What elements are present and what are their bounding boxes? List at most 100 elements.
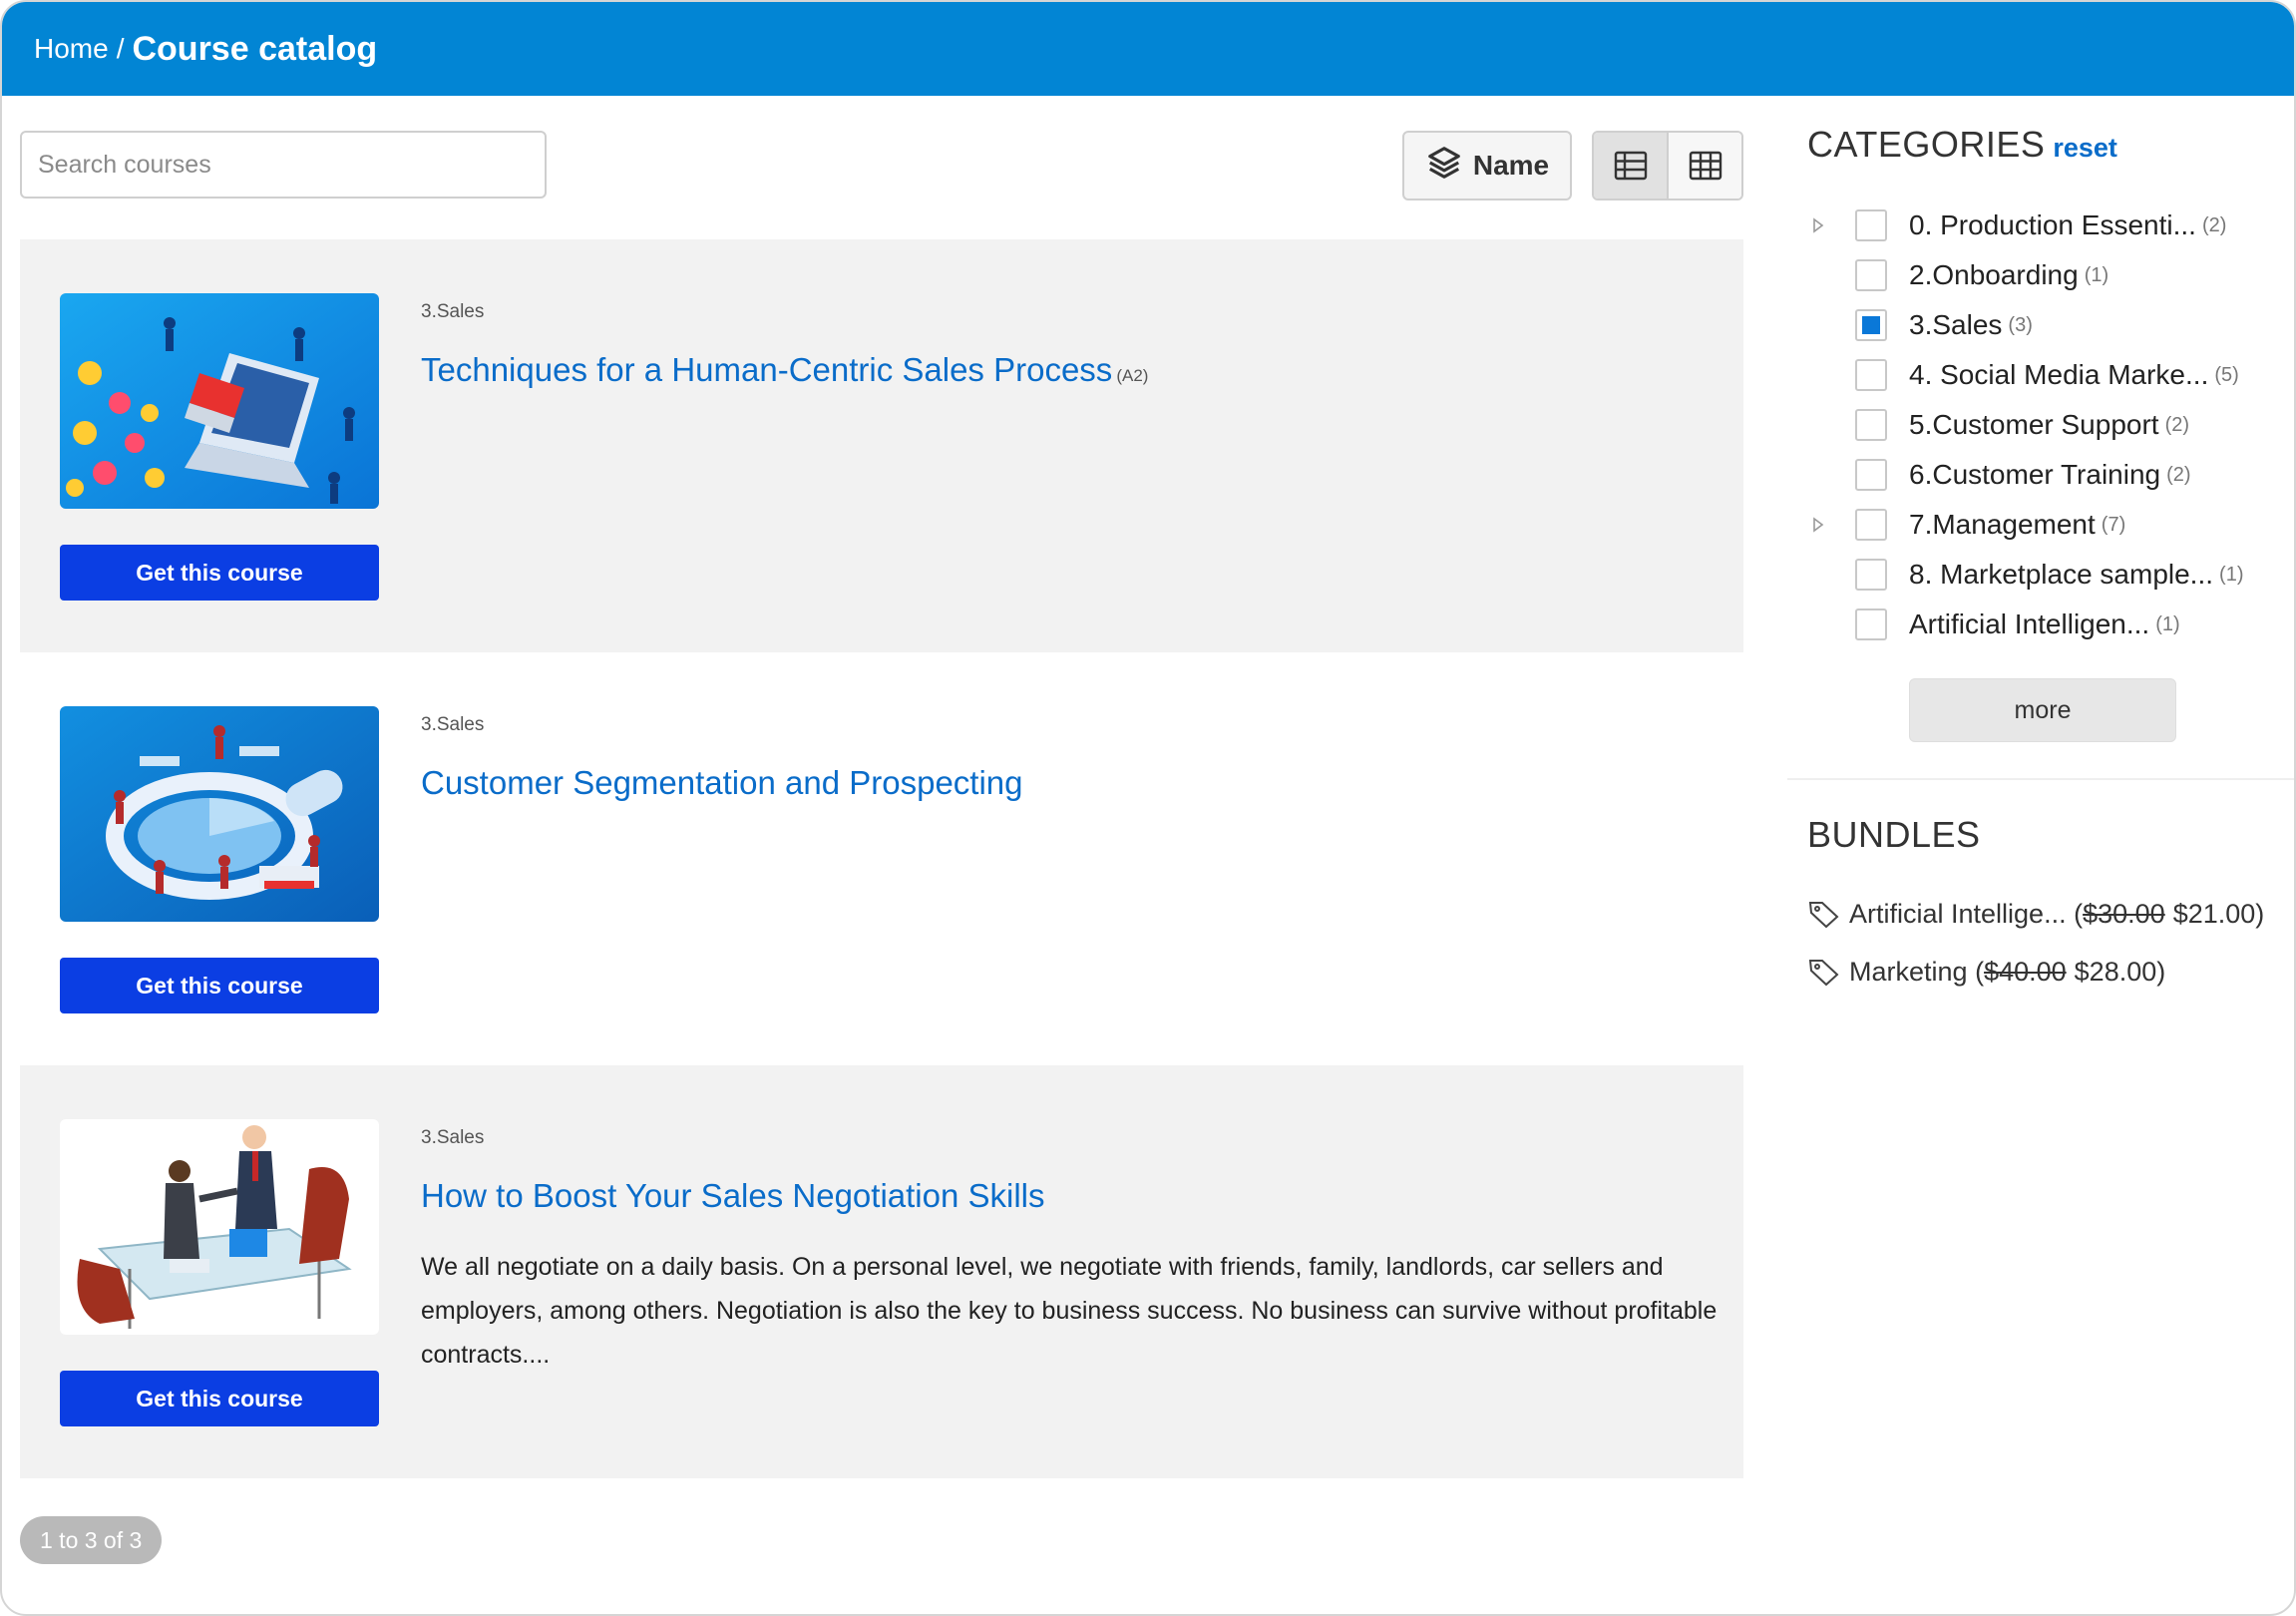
bundle-paren-close: ) (2156, 956, 2166, 987)
course-title-text[interactable]: Customer Segmentation and Prospecting (421, 764, 1023, 801)
bundle-name[interactable]: Marketing (1849, 957, 1968, 988)
course-card: Get this course 3.Sales Techniques for a… (20, 239, 1743, 652)
breadcrumb-home-link[interactable]: Home (34, 33, 109, 65)
category-label[interactable]: 6.Customer Training (1909, 459, 2160, 491)
course-category: 3.Sales (421, 1127, 485, 1148)
bundle-item[interactable]: Marketing ($40.00 $28.00) (1807, 952, 2165, 992)
search-input[interactable] (20, 131, 547, 199)
sidebar-divider (1787, 778, 2294, 780)
category-checkbox[interactable] (1855, 509, 1887, 541)
categories-title: CATEGORIES (1807, 124, 2046, 165)
bundle-name[interactable]: Artificial Intellige... (1849, 899, 2067, 930)
arrow-spacer (1807, 564, 1829, 586)
tag-icon (1807, 957, 1841, 987)
grid-view-button[interactable] (1669, 133, 1741, 199)
course-description: We all negotiate on a daily basis. On a … (421, 1253, 1718, 1369)
bundle-old-price: $30.00 (2083, 898, 2165, 929)
category-item[interactable]: 0. Production Essenti... (2) (1807, 207, 2226, 243)
list-view-icon (1614, 151, 1647, 181)
category-label[interactable]: 3.Sales (1909, 309, 2002, 341)
arrow-spacer (1807, 364, 1829, 386)
category-count: (1) (2219, 563, 2244, 586)
sort-by-name-button[interactable]: Name (1402, 131, 1572, 201)
bundle-old-price: $40.00 (1984, 956, 2067, 987)
arrow-spacer (1807, 464, 1829, 486)
bundle-paren-open: ( (1975, 956, 1985, 987)
categories-reset-link[interactable]: reset (2053, 133, 2117, 163)
course-title-text[interactable]: Techniques for a Human-Centric Sales Pro… (421, 351, 1112, 388)
category-checkbox[interactable] (1855, 559, 1887, 591)
bundle-new-price: $21.00 (2172, 898, 2256, 929)
expand-arrow-icon[interactable] (1807, 214, 1829, 236)
category-count: (5) (2214, 363, 2239, 386)
course-title-text[interactable]: How to Boost Your Sales Negotiation Skil… (421, 1177, 1045, 1214)
get-this-course-button[interactable]: Get this course (60, 545, 379, 601)
category-item[interactable]: 6.Customer Training (2) (1807, 457, 2191, 493)
category-label[interactable]: 4. Social Media Marke... (1909, 359, 2208, 391)
category-count: (1) (2155, 612, 2180, 635)
arrow-spacer (1807, 264, 1829, 286)
arrow-spacer (1807, 613, 1829, 635)
checkbox-fill (1862, 316, 1880, 334)
category-count: (3) (2008, 313, 2033, 336)
course-thumbnail-negotiation[interactable] (60, 1119, 379, 1335)
course-category: 3.Sales (421, 714, 485, 735)
category-count: (7) (2101, 513, 2126, 536)
category-checkbox[interactable] (1855, 608, 1887, 640)
category-count: (2) (2201, 213, 2227, 236)
layers-icon (1425, 144, 1463, 189)
category-label[interactable]: 7.Management (1909, 509, 2096, 541)
category-item[interactable]: 2.Onboarding (1) (1807, 257, 2108, 293)
arrow-spacer (1807, 314, 1829, 336)
arrow-spacer (1807, 414, 1829, 436)
bundle-paren-close: ) (2255, 898, 2265, 929)
bundle-new-price: $28.00 (2074, 956, 2157, 987)
breadcrumb-separator: / (116, 33, 125, 64)
course-card: Get this course 3.Sales Customer Segment… (20, 652, 1743, 1065)
course-title-link[interactable]: Techniques for a Human-Centric Sales Pro… (421, 351, 1148, 389)
category-item[interactable]: 3.Sales (3) (1807, 307, 2033, 343)
sort-label: Name (1472, 150, 1550, 181)
course-thumbnail-sales-process[interactable] (60, 293, 379, 509)
category-item[interactable]: 7.Management (7) (1807, 507, 2125, 543)
course-card: Get this course 3.Sales How to Boost You… (20, 1065, 1743, 1478)
category-label[interactable]: Artificial Intelligen... (1909, 608, 2149, 640)
course-thumbnail-segmentation[interactable] (60, 706, 379, 922)
course-category: 3.Sales (421, 301, 485, 322)
course-title-link[interactable]: Customer Segmentation and Prospecting (421, 764, 1027, 802)
category-label[interactable]: 5.Customer Support (1909, 409, 2159, 441)
expand-arrow-icon[interactable] (1807, 514, 1829, 536)
category-checkbox[interactable] (1855, 409, 1887, 441)
category-item[interactable]: 8. Marketplace sample... (1) (1807, 557, 2243, 593)
category-count: (2) (2166, 463, 2191, 486)
category-count: (1) (2084, 263, 2109, 286)
grid-view-icon (1689, 151, 1722, 181)
more-categories-button[interactable]: more (1909, 678, 2176, 742)
category-item[interactable]: Artificial Intelligen... (1) (1807, 606, 2180, 642)
category-checkbox[interactable] (1855, 459, 1887, 491)
categories-heading: CATEGORIES reset (1807, 124, 2117, 166)
course-level: (A2) (1116, 366, 1149, 385)
category-item[interactable]: 5.Customer Support (2) (1807, 407, 2189, 443)
pagination-status: 1 to 3 of 3 (20, 1516, 163, 1564)
category-checkbox[interactable] (1855, 359, 1887, 391)
category-checkbox-checked[interactable] (1855, 309, 1887, 341)
bundle-paren-open: ( (2074, 898, 2084, 929)
list-view-button[interactable] (1594, 133, 1669, 199)
category-item[interactable]: 4. Social Media Marke... (5) (1807, 357, 2239, 393)
tag-icon (1807, 899, 1841, 929)
get-this-course-button[interactable]: Get this course (60, 1371, 379, 1426)
category-label[interactable]: 2.Onboarding (1909, 259, 2079, 291)
view-toggle-group (1592, 131, 1743, 201)
bundles-heading: BUNDLES (1807, 814, 1981, 855)
bundle-item[interactable]: Artificial Intellige... ($30.00 $21.00) (1807, 894, 2264, 934)
get-this-course-button[interactable]: Get this course (60, 958, 379, 1013)
category-count: (2) (2164, 413, 2190, 436)
category-checkbox[interactable] (1855, 259, 1887, 291)
course-catalog-window: Home / Course catalog Name (0, 0, 2296, 1616)
category-label[interactable]: 0. Production Essenti... (1909, 209, 2196, 241)
category-checkbox[interactable] (1855, 209, 1887, 241)
page-title: Course catalog (132, 29, 378, 68)
category-label[interactable]: 8. Marketplace sample... (1909, 559, 2213, 591)
course-title-link[interactable]: How to Boost Your Sales Negotiation Skil… (421, 1177, 1049, 1215)
